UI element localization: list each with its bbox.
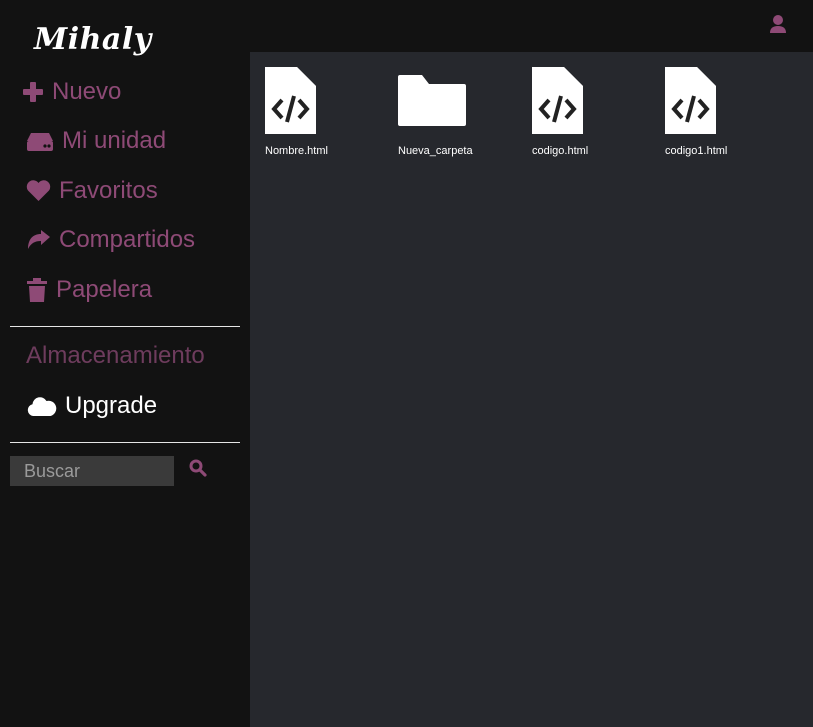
trash-icon <box>27 278 47 302</box>
html-file-icon <box>532 67 583 134</box>
plus-icon <box>23 82 43 102</box>
sidebar-item-compartidos[interactable]: Compartidos <box>26 226 195 254</box>
html-file-icon <box>665 67 716 134</box>
upgrade-button[interactable]: Upgrade <box>26 392 157 420</box>
file-browser-area: Nombre.html Nueva_carpeta codigo.html co… <box>250 52 813 727</box>
folder-name: Nueva_carpeta <box>398 145 473 157</box>
sidebar-item-nuevo[interactable]: Nuevo <box>22 78 121 106</box>
brand-logo: Mihaly <box>34 22 152 57</box>
user-icon <box>770 15 786 33</box>
upgrade-label: Upgrade <box>65 392 158 419</box>
search-input[interactable] <box>10 456 174 486</box>
heart-icon <box>26 180 51 201</box>
sidebar-item-label: Mi unidad <box>62 127 167 154</box>
sidebar-item-mi-unidad[interactable]: Mi unidad <box>26 127 166 155</box>
cloud-icon <box>27 397 57 416</box>
file-name: codigo1.html <box>665 145 728 157</box>
sidebar-item-label: Favoritos <box>59 177 158 204</box>
sidebar-divider <box>10 442 240 443</box>
file-item[interactable]: Nombre.html <box>265 67 375 157</box>
file-item[interactable]: codigo1.html <box>665 67 775 157</box>
search-icon <box>189 459 207 477</box>
search-button[interactable] <box>189 459 207 477</box>
user-account-button[interactable] <box>768 14 788 34</box>
sidebar-item-favoritos[interactable]: Favoritos <box>26 177 158 205</box>
folder-item[interactable]: Nueva_carpeta <box>398 67 508 157</box>
sidebar-divider <box>10 326 240 327</box>
storage-label: Almacenamiento <box>26 342 205 369</box>
sidebar-item-label: Compartidos <box>59 226 196 253</box>
folder-icon <box>398 75 466 126</box>
sidebar-item-label: Nuevo <box>52 78 122 105</box>
hard-drive-icon <box>27 133 53 151</box>
share-icon <box>28 230 50 249</box>
file-name: Nombre.html <box>265 145 328 157</box>
sidebar-item-label: Papelera <box>56 276 153 303</box>
sidebar-item-papelera[interactable]: Papelera <box>26 276 152 304</box>
html-file-icon <box>265 67 316 134</box>
file-item[interactable]: codigo.html <box>532 67 642 157</box>
file-name: codigo.html <box>532 145 589 157</box>
